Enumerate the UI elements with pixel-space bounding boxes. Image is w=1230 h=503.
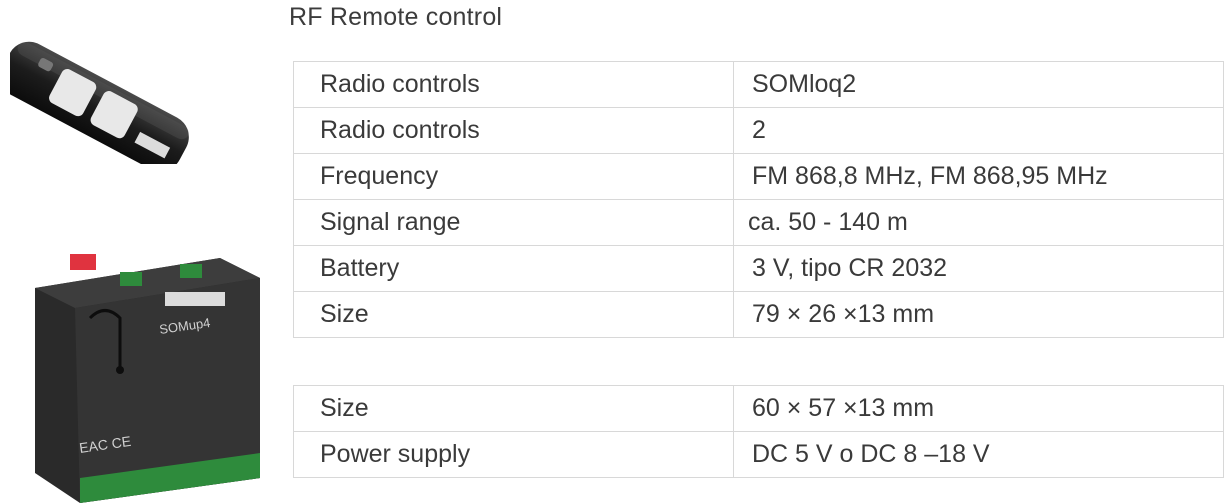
spec-label: Radio controls — [293, 61, 734, 108]
table-row: Radio controls SOMloq2 — [293, 61, 1224, 108]
table-row: Frequency FM 868,8 MHz, FM 868,95 MHz — [293, 153, 1224, 200]
remote-specs-table: Radio controls SOMloq2 Radio controls 2 … — [293, 61, 1224, 338]
spec-value: 60 × 57 ×13 mm — [733, 385, 1224, 432]
spec-value: ca. 50 - 140 m — [733, 199, 1224, 246]
spec-label: Battery — [293, 245, 734, 292]
spec-value: 79 × 26 ×13 mm — [733, 291, 1224, 338]
spec-value: DC 5 V o DC 8 –18 V — [733, 431, 1224, 478]
table-row: Size 79 × 26 ×13 mm — [293, 291, 1224, 338]
spec-value: 3 V, tipo CR 2032 — [733, 245, 1224, 292]
spec-value: SOMloq2 — [733, 61, 1224, 108]
receiver-module-image: SOMup4 EAC CE — [35, 254, 260, 503]
spec-value: 2 — [733, 107, 1224, 154]
table-row: Battery 3 V, tipo CR 2032 — [293, 245, 1224, 292]
spec-label: Signal range — [293, 199, 734, 246]
table-row: Power supply DC 5 V o DC 8 –18 V — [293, 431, 1224, 478]
remote-control-image — [10, 41, 189, 164]
spec-label: Frequency — [293, 153, 734, 200]
section-title: RF Remote control — [289, 3, 503, 31]
spec-label: Size — [293, 385, 734, 432]
receiver-specs-table: Size 60 × 57 ×13 mm Power supply DC 5 V … — [293, 385, 1224, 478]
spec-label: Size — [293, 291, 734, 338]
table-row: Signal range ca. 50 - 140 m — [293, 199, 1224, 246]
table-row: Radio controls 2 — [293, 107, 1224, 154]
spec-label: Power supply — [293, 431, 734, 478]
spec-value: FM 868,8 MHz, FM 868,95 MHz — [733, 153, 1224, 200]
spec-label: Radio controls — [293, 107, 734, 154]
table-row: Size 60 × 57 ×13 mm — [293, 385, 1224, 432]
